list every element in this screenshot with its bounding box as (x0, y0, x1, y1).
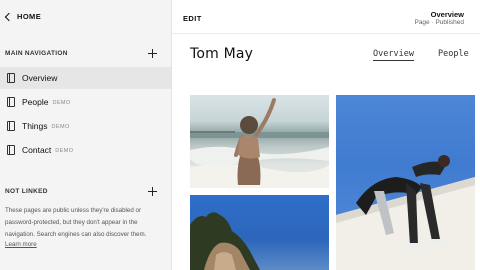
site-nav-people[interactable]: People (438, 49, 469, 59)
demo-badge: DEMO (51, 123, 70, 130)
site-preview: EDIT Overview Page · Published Tom May O… (172, 0, 480, 270)
home-link[interactable]: HOME (4, 12, 41, 21)
nav-item-label: Overview (22, 73, 58, 83)
page-icon (7, 73, 15, 83)
sidebar: HOME MAIN NAVIGATION Overview People DEM… (0, 0, 172, 270)
page-icon (7, 97, 15, 107)
page-status: Page · Published (414, 19, 464, 26)
cliff-photo[interactable] (190, 195, 329, 270)
page-icon (7, 145, 15, 155)
learn-more-link[interactable]: Learn more (5, 241, 37, 248)
not-linked-help-text: These pages are public unless they're di… (5, 207, 147, 238)
not-linked-heading: NOT LINKED (5, 188, 48, 195)
wall-photo[interactable] (336, 95, 475, 270)
main-navigation-heading: MAIN NAVIGATION (5, 50, 68, 57)
nav-item-overview[interactable]: Overview (0, 67, 171, 89)
page-icon (7, 121, 15, 131)
edit-button[interactable]: EDIT (183, 14, 202, 23)
demo-badge: DEMO (52, 99, 71, 106)
page-title: Overview (430, 10, 464, 19)
add-not-linked-page-icon[interactable] (148, 187, 157, 196)
chevron-left-icon (4, 12, 14, 21)
nav-item-people[interactable]: People DEMO (0, 91, 171, 113)
nav-item-label: Things (22, 121, 48, 131)
add-main-nav-page-icon[interactable] (148, 49, 157, 58)
home-label: HOME (17, 12, 42, 21)
nav-item-things[interactable]: Things DEMO (0, 115, 171, 137)
nav-item-label: Contact (22, 145, 52, 155)
site-title[interactable]: Tom May (190, 46, 253, 62)
editor-topbar: EDIT Overview Page · Published (172, 0, 480, 34)
nav-item-contact[interactable]: Contact DEMO (0, 139, 171, 161)
site-nav-overview[interactable]: Overview (373, 49, 414, 61)
demo-badge: DEMO (55, 147, 74, 154)
beach-photo[interactable] (190, 95, 329, 188)
nav-item-label: People (22, 97, 49, 107)
